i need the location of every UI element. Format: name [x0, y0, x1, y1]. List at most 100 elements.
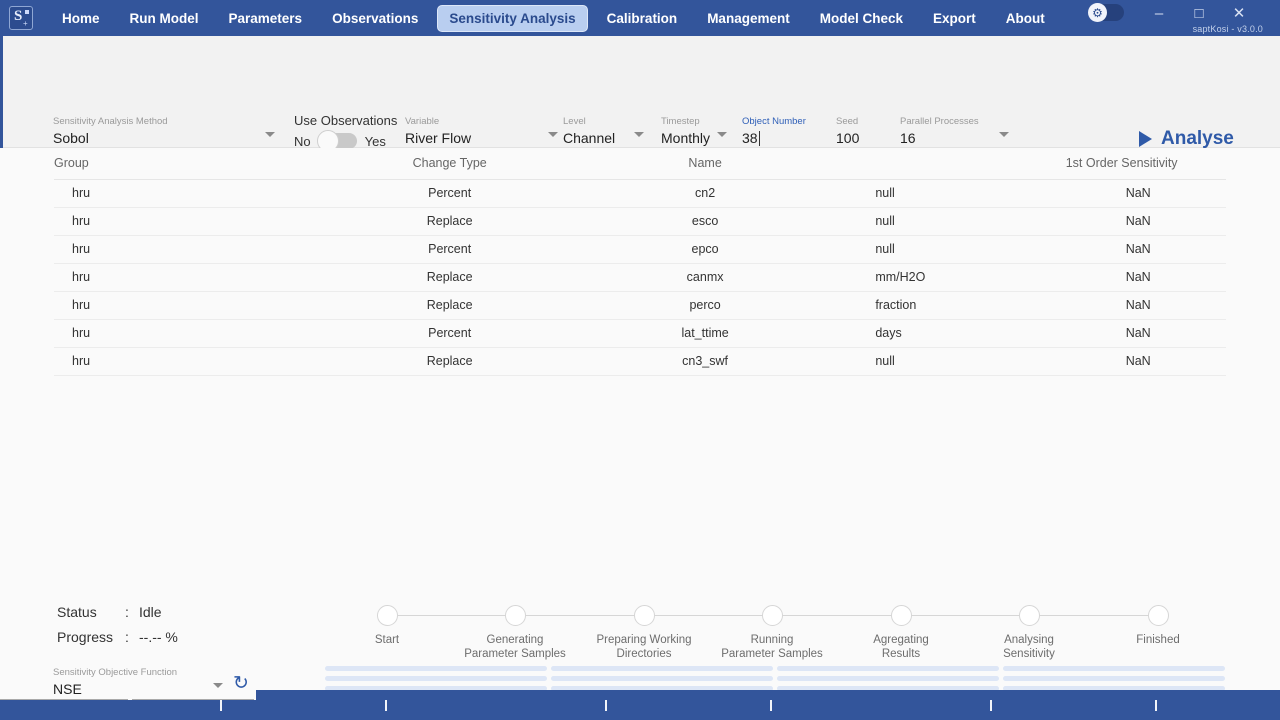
timestep-label: Timestep: [661, 116, 700, 127]
cell-change-type: Percent: [324, 179, 575, 208]
app-logo-icon: S +: [9, 6, 33, 30]
table-row[interactable]: hru Replace esco null NaN: [54, 207, 1226, 236]
parallel-processes-select[interactable]: Parallel Processes 16: [900, 116, 1011, 151]
progress-row: Progress : --.-- %: [57, 629, 178, 645]
skeleton-line: [551, 666, 773, 671]
title-bar: S + Home Run Model Parameters Observations S…: [0, 0, 1280, 36]
app-version-label: saptKosi - v3.0.0: [1192, 24, 1263, 34]
settings-toolbar: Sensitivity Analysis Method Sobol Use Ob…: [0, 36, 1280, 177]
use-observations-no-label: No: [294, 133, 311, 149]
method-label: Sensitivity Analysis Method: [53, 116, 168, 127]
column-header-group[interactable]: Group: [54, 148, 325, 180]
menu-item-sensitivity-analysis[interactable]: Sensitivity Analysis: [437, 4, 588, 32]
column-header-change-type[interactable]: Change Type: [324, 148, 575, 180]
cell-group: hru: [54, 179, 325, 208]
menu-item-model-check[interactable]: Model Check: [809, 6, 914, 31]
status-row: Status : Idle: [57, 604, 178, 620]
table-row[interactable]: hru Replace cn3_swf null NaN: [54, 347, 1226, 376]
menu-item-calibration[interactable]: Calibration: [596, 6, 689, 31]
stepper-circle-icon: [504, 605, 526, 626]
cell-change-type: Percent: [324, 319, 575, 348]
cell-name: esco: [574, 207, 836, 236]
cell-group: hru: [54, 319, 325, 348]
seed-value: 100: [836, 130, 860, 146]
cell-unit: null: [835, 179, 1066, 208]
stepper-circle-icon: [1018, 605, 1040, 626]
cell-name: cn2: [574, 179, 836, 208]
gear-icon: ⚙: [1088, 3, 1107, 22]
analyse-button-label: Analyse: [1161, 128, 1234, 149]
skeleton-line: [1003, 676, 1225, 681]
status-block: Status : Idle Progress : --.-- %: [57, 604, 178, 654]
app-logo-dot: [25, 10, 29, 14]
cell-unit: days: [835, 319, 1066, 348]
cell-sensitivity: NaN: [1065, 347, 1226, 376]
skeleton-line: [551, 676, 773, 681]
close-button[interactable]: ✕: [1218, 0, 1260, 26]
stepper-circle-icon: [376, 605, 398, 626]
bottom-bar-tick: [385, 700, 387, 711]
cell-change-type: Replace: [324, 347, 575, 376]
cell-unit: null: [835, 235, 1066, 264]
app-logo-plus: +: [23, 19, 28, 28]
cell-sensitivity: NaN: [1065, 319, 1226, 348]
column-header-unit[interactable]: [835, 148, 1066, 180]
skeleton-line: [1003, 666, 1225, 671]
progress-separator: :: [125, 629, 129, 645]
stepper-label: Preparing Working Directories: [596, 634, 692, 660]
app-logo-letter: S: [14, 8, 23, 24]
bottom-bar-tick: [605, 700, 607, 711]
parallel-processes-label: Parallel Processes: [900, 116, 979, 127]
stepper-circle-icon: [761, 605, 783, 626]
menu-item-observations[interactable]: Observations: [321, 6, 429, 31]
method-value: Sobol: [53, 130, 89, 146]
maximize-button[interactable]: □: [1178, 0, 1220, 26]
chevron-down-icon: [717, 132, 727, 137]
use-observations-label: Use Observations: [294, 113, 398, 128]
stepper-label: Generating Parameter Samples: [464, 634, 566, 660]
cell-unit: null: [835, 207, 1066, 236]
stepper-step: Analysing Sensitivity: [969, 601, 1089, 661]
column-header-first-order-sensitivity[interactable]: 1st Order Sensitivity: [1065, 148, 1226, 180]
use-observations-switch[interactable]: [316, 130, 357, 152]
cell-sensitivity: NaN: [1065, 291, 1226, 320]
menu-item-home[interactable]: Home: [51, 6, 111, 31]
table-row[interactable]: hru Percent lat_ttime days NaN: [54, 319, 1226, 348]
variable-value: River Flow: [405, 130, 472, 146]
stepper-label: Start: [374, 634, 400, 646]
stepper-step: Agregating Results: [841, 601, 961, 661]
object-number-value: 38: [742, 128, 824, 150]
table-row[interactable]: hru Percent epco null NaN: [54, 235, 1226, 264]
cell-change-type: Percent: [324, 235, 575, 264]
analyse-button[interactable]: Analyse: [1139, 128, 1234, 150]
chevron-down-icon: [634, 132, 644, 137]
menu-item-parameters[interactable]: Parameters: [218, 6, 314, 31]
skeleton-line: [325, 666, 547, 671]
table-row[interactable]: hru Replace canmx mm/H2O NaN: [54, 263, 1226, 292]
table-row[interactable]: hru Replace perco fraction NaN: [54, 291, 1226, 320]
stepper-label: Finished: [1136, 634, 1180, 646]
menu-item-management[interactable]: Management: [696, 6, 801, 31]
menu-item-export[interactable]: Export: [922, 6, 987, 31]
cell-name: lat_ttime: [574, 319, 836, 348]
skeleton-line: [777, 666, 999, 671]
chevron-down-icon: [265, 132, 275, 137]
skeleton-line: [777, 676, 999, 681]
cell-unit: fraction: [835, 291, 1066, 320]
main-menu: Home Run Model Parameters Observations Sensi…: [47, 0, 1060, 36]
menu-item-about[interactable]: About: [995, 6, 1056, 31]
table-row[interactable]: hru Percent cn2 null NaN: [54, 179, 1226, 208]
stepper-step: Generating Parameter Samples: [455, 601, 575, 661]
method-select[interactable]: Sensitivity Analysis Method Sobol: [53, 116, 277, 151]
stepper-step: Start: [327, 601, 447, 647]
cell-change-type: Replace: [324, 263, 575, 292]
minimize-button[interactable]: –: [1138, 0, 1180, 26]
column-header-name[interactable]: Name: [574, 148, 836, 180]
table-header-row: Group Change Type Name 1st Order Sensiti…: [54, 148, 1226, 180]
bottom-accent-bar: [0, 690, 1280, 720]
menu-item-run-model[interactable]: Run Model: [119, 6, 210, 31]
cell-name: epco: [574, 235, 836, 264]
theme-toggle[interactable]: ⚙: [1088, 3, 1124, 22]
parallel-processes-value: 16: [900, 130, 916, 146]
bottom-bar-tick: [1155, 700, 1157, 711]
